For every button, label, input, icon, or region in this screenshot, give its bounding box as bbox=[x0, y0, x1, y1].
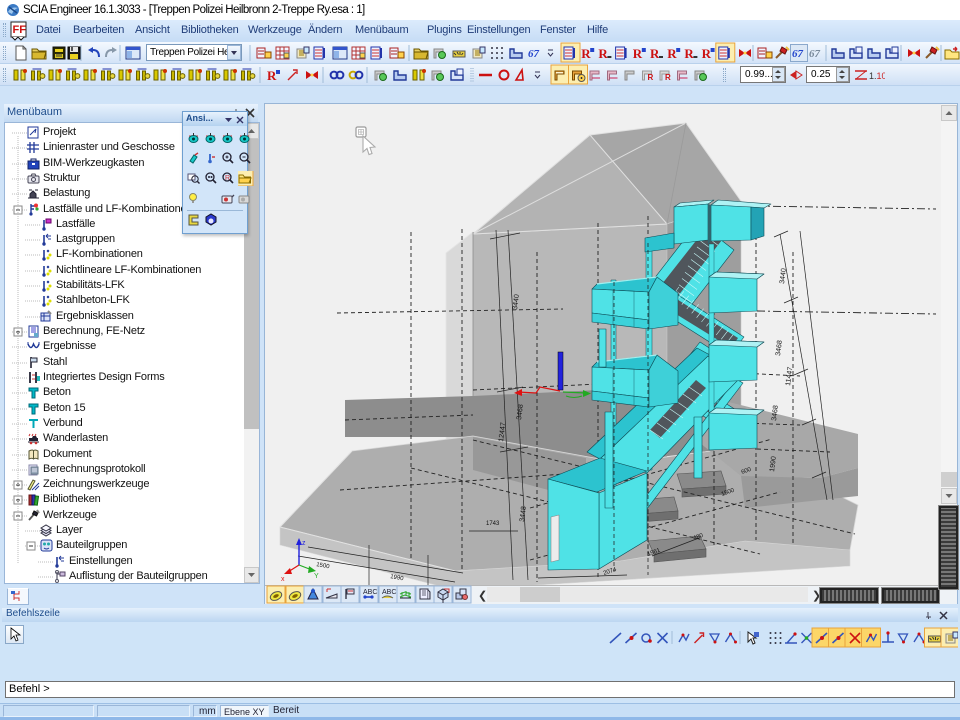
svg-text:R: R bbox=[267, 68, 277, 83]
svg-text:1990: 1990 bbox=[390, 574, 405, 582]
svg-text:67: 67 bbox=[792, 48, 804, 60]
svg-text:ABC: ABC bbox=[363, 589, 377, 596]
svg-text:67: 67 bbox=[528, 48, 540, 60]
svg-text:11447: 11447 bbox=[785, 366, 794, 386]
svg-text:67: 67 bbox=[809, 48, 821, 60]
svg-text:1743: 1743 bbox=[486, 521, 500, 527]
svg-text:R: R bbox=[581, 46, 591, 61]
svg-text:R: R bbox=[665, 73, 671, 82]
svg-text:R: R bbox=[633, 46, 643, 61]
svg-text:R: R bbox=[667, 46, 677, 61]
svg-text:Y: Y bbox=[314, 573, 319, 580]
svg-text:R: R bbox=[702, 46, 712, 61]
svg-text:x: x bbox=[281, 576, 285, 583]
svg-text:R: R bbox=[648, 73, 654, 82]
svg-text:R: R bbox=[650, 46, 660, 61]
svg-text:1.10: 1.10 bbox=[869, 71, 885, 81]
svg-text:3468: 3468 bbox=[775, 340, 784, 356]
svg-text:z: z bbox=[302, 540, 306, 547]
svg-text:ABC: ABC bbox=[382, 589, 396, 596]
svg-text:R: R bbox=[225, 175, 230, 182]
svg-text:R: R bbox=[684, 46, 694, 61]
svg-text:❮: ❮ bbox=[478, 590, 487, 602]
svg-text:FF: FF bbox=[13, 24, 27, 36]
svg-text:R: R bbox=[598, 46, 608, 61]
svg-text:1500: 1500 bbox=[316, 562, 331, 570]
svg-text:3440: 3440 bbox=[779, 268, 788, 284]
